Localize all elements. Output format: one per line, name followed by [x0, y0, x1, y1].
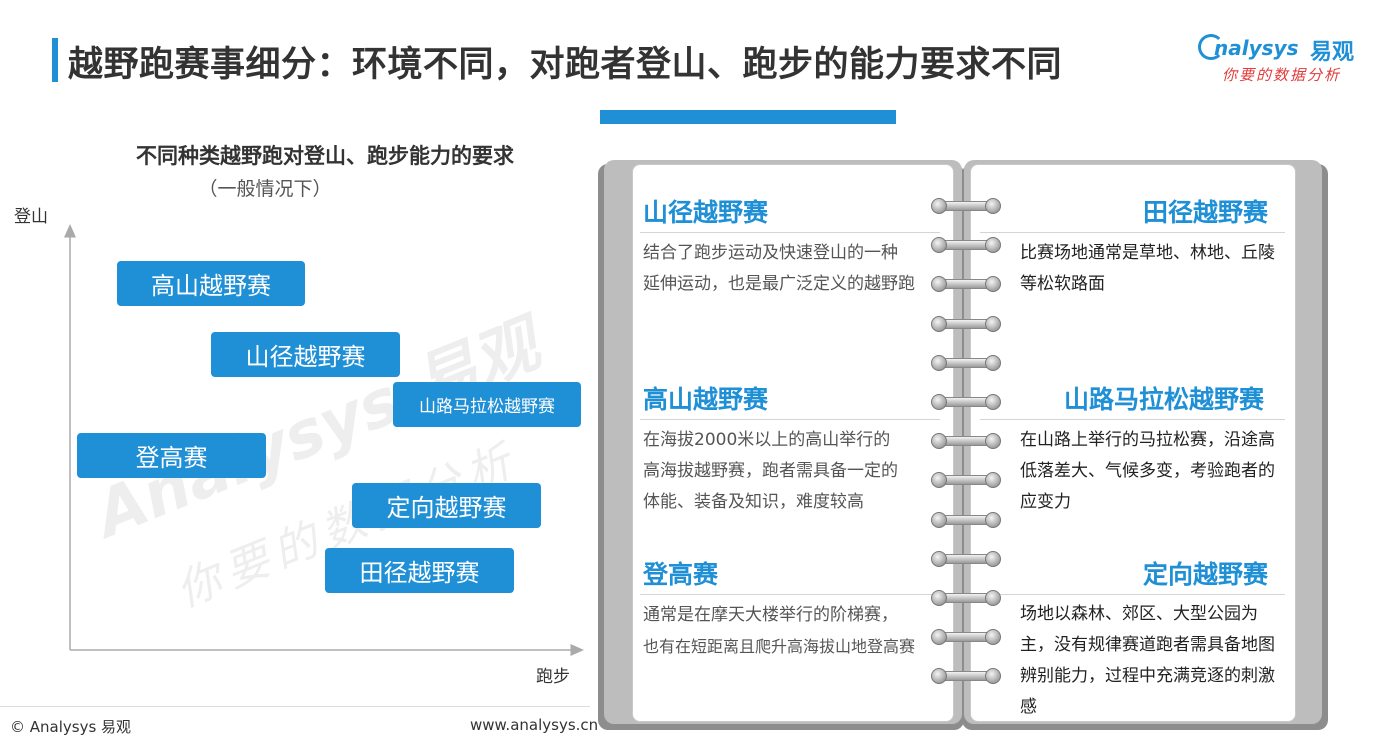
blue-accent-bar	[600, 110, 896, 124]
left-heading-2: 高山越野赛	[643, 385, 769, 414]
right-text-2-line-2: 低落差大、气候多变，考验跑者的	[1020, 461, 1275, 481]
spiral-ring	[931, 590, 1001, 606]
logo-slogan: 你要的数据分析	[1222, 66, 1342, 84]
right-text-1-line-1: 比赛场地通常是草地、林地、丘陵	[1020, 243, 1275, 263]
chart-subtitle: （一般情况下）	[198, 178, 332, 200]
spiral-ring	[931, 237, 1001, 254]
spiral-ring	[931, 354, 1001, 371]
footer-divider	[0, 706, 590, 707]
spiral-ring	[931, 315, 1001, 332]
spiral-ring	[931, 550, 1001, 567]
left-text-2-line-3: 体能、装备及知识，难度较高	[643, 492, 864, 512]
left-heading-3: 登高赛	[643, 560, 719, 589]
box-cross-country: 田径越野赛	[325, 548, 514, 593]
left-text-3: 通常是在摩天大楼举行的阶梯赛， 也有在短距离且爬升高海拔山地登高赛	[643, 600, 953, 662]
left-text-1: 结合了跑步运动及快速登山的一种 延伸运动，也是最广泛定义的越野跑	[643, 238, 943, 300]
right-text-3-line-1: 场地以森林、郊区、大型公园为	[1020, 604, 1258, 624]
left-text-2-line-2: 高海拔越野赛，跑者需具备一定的	[643, 461, 898, 481]
spiral-ring	[931, 276, 1001, 293]
left-text-1-line-1: 结合了跑步运动及快速登山的一种	[643, 243, 898, 263]
right-text-1: 比赛场地通常是草地、林地、丘陵 等松软路面	[1020, 238, 1292, 300]
spiral-ring	[931, 629, 1001, 646]
title-accent-bar	[52, 38, 58, 82]
right-text-3-line-3: 辨别能力，过程中充满竞逐的刺激	[1020, 666, 1275, 686]
spiral-ring	[931, 433, 1001, 450]
chart-title: 不同种类越野跑对登山、跑步能力的要求	[136, 144, 514, 168]
footer-url[interactable]: www.analysys.cn	[470, 716, 598, 734]
right-text-3: 场地以森林、郊区、大型公园为 主，没有规律赛道跑者需具备地图 辨别能力，过程中充…	[1020, 599, 1292, 723]
spiral-ring	[931, 394, 1001, 410]
right-divider-1	[980, 232, 1285, 233]
left-text-1-line-2: 延伸运动，也是最广泛定义的越野跑	[643, 274, 915, 294]
x-axis-label: 跑步	[536, 667, 570, 687]
right-heading-2: 山路马拉松越野赛	[1064, 385, 1265, 414]
left-divider-3	[640, 594, 940, 595]
box-alpine-trail: 高山越野赛	[117, 261, 305, 306]
box-mountain-trail: 山径越野赛	[211, 332, 400, 377]
right-text-2-line-3: 应变力	[1020, 492, 1071, 512]
left-text-3-line-1: 通常是在摩天大楼举行的阶梯赛，	[643, 605, 898, 625]
box-tower-run: 登高赛	[77, 433, 266, 478]
right-text-2-line-1: 在山路上举行的马拉松赛，沿途高	[1020, 430, 1275, 450]
left-text-2: 在海拔2000米以上的高山举行的 高海拔越野赛，跑者需具备一定的 体能、装备及知…	[643, 425, 943, 518]
right-divider-2	[980, 419, 1285, 420]
right-text-2: 在山路上举行的马拉松赛，沿途高 低落差大、气候多变，考验跑者的 应变力	[1020, 425, 1292, 518]
spiral-ring	[931, 472, 1001, 489]
box-mountain-marathon: 山路马拉松越野赛	[393, 382, 581, 427]
right-text-1-line-2: 等松软路面	[1020, 274, 1105, 294]
spiral-ring	[931, 668, 1001, 685]
right-text-3-line-4: 感	[1020, 697, 1037, 717]
right-heading-3: 定向越野赛	[1143, 560, 1269, 589]
page-title: 越野跑赛事细分：环境不同，对跑者登山、跑步的能力要求不同	[68, 45, 1063, 85]
left-heading-1: 山径越野赛	[643, 198, 769, 227]
left-divider-2	[640, 419, 940, 420]
right-text-3-line-2: 主，没有规律赛道跑者需具备地图	[1020, 635, 1275, 655]
logo-name-cn: 易观	[1310, 40, 1355, 65]
left-text-2-line-1: 在海拔2000米以上的高山举行的	[643, 430, 891, 450]
box-orienteering: 定向越野赛	[352, 483, 541, 528]
right-heading-1: 田径越野赛	[1143, 198, 1269, 227]
spiral-ring	[931, 198, 1001, 214]
left-text-3-line-2: 也有在短距离且爬升高海拔山地登高赛	[643, 637, 916, 656]
spiral-ring	[931, 511, 1001, 528]
logo-name-en: nalysys	[1214, 36, 1299, 60]
analysys-logo: nalysys 易观 你要的数据分析	[1198, 30, 1388, 90]
left-divider-1	[640, 232, 940, 233]
right-divider-3	[980, 594, 1285, 595]
footer-copyright: © Analysys 易观	[10, 718, 132, 736]
